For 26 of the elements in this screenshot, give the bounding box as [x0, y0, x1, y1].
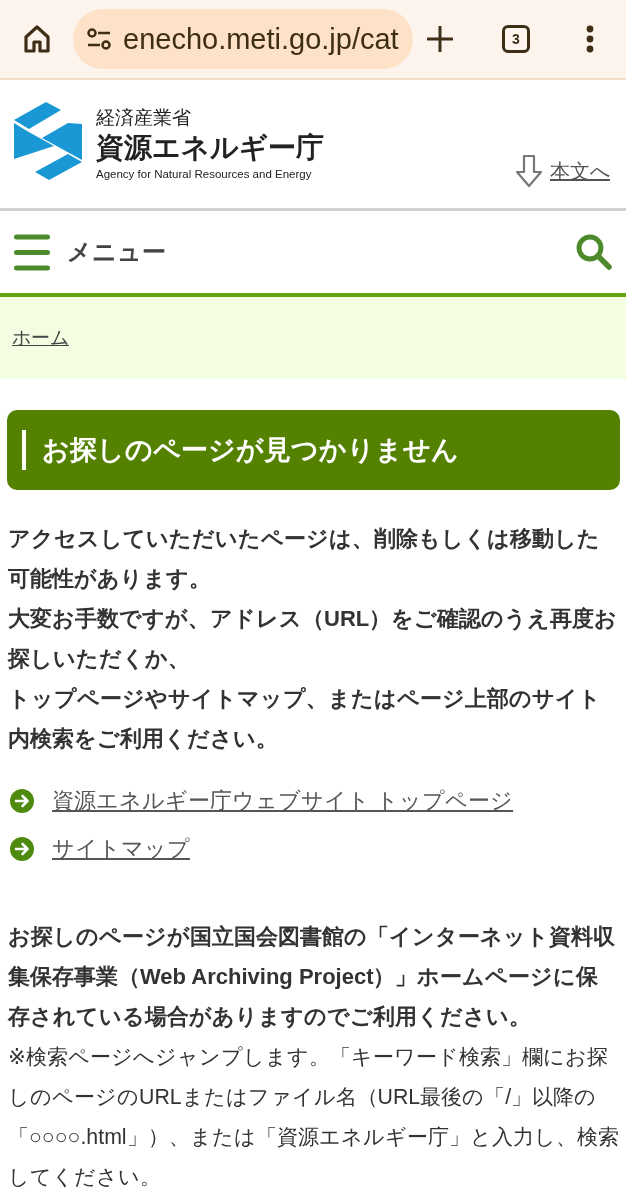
- sliders-icon[interactable]: [87, 28, 111, 50]
- home-icon[interactable]: [22, 24, 52, 54]
- skip-to-content-link[interactable]: 本文へ: [550, 157, 610, 185]
- archive-notice: お探しのページが国立国会図書館の「インターネット資料収集保存事業（Web Archiving Project）」ホームページに保存されている場合がありますのでご利用ください。: [8, 923, 616, 1031]
- agency-name: 資源エネルギー庁: [96, 131, 324, 165]
- menu-icon: [14, 233, 50, 271]
- breadcrumb-link[interactable]: ホーム: [12, 325, 69, 351]
- arrow-circle-icon: [10, 789, 34, 813]
- search-note: ※検索ページへジャンプします。「キーワード検索」欄にお探しのページのURLまたはファイル名（URL最後の「/」以降の「○○○○.html」）、または「資源エネルギー庁」と入力し、検索してください。: [8, 1044, 620, 1191]
- menu-button[interactable]: メニュー: [14, 233, 166, 271]
- agency-english-name: Agency for Natural Resources and Energy: [96, 167, 313, 181]
- page-title: お探しのページが見つかりません: [42, 434, 459, 467]
- error-message: アクセスしていただいたページは、削除もしくは移動した可能性があります。 大変お手数ですが、アドレス（URL）をご確認のうえ再度お探しいただくか、 トップページやサイトマップ、またはページ上部のサイト内検索をご利用ください。: [8, 525, 619, 753]
- down-arrow-icon: [515, 154, 543, 188]
- address-bar[interactable]: enecho.meti.go.jp/cat: [73, 9, 413, 69]
- tab-switcher-button[interactable]: 3: [502, 25, 530, 53]
- more-icon[interactable]: [586, 25, 594, 53]
- page-link[interactable]: サイトマップ: [52, 834, 190, 864]
- page-link[interactable]: 資源エネルギー庁ウェブサイト トップページ: [52, 786, 514, 816]
- arrow-circle-icon: [10, 837, 34, 861]
- url-text: enecho.meti.go.jp/cat: [123, 22, 399, 56]
- logo-icon: [14, 102, 82, 180]
- search-icon[interactable]: [576, 234, 612, 270]
- ministry-name: 経済産業省: [96, 107, 192, 129]
- plus-icon[interactable]: [427, 26, 453, 52]
- accent-bar: [22, 430, 26, 470]
